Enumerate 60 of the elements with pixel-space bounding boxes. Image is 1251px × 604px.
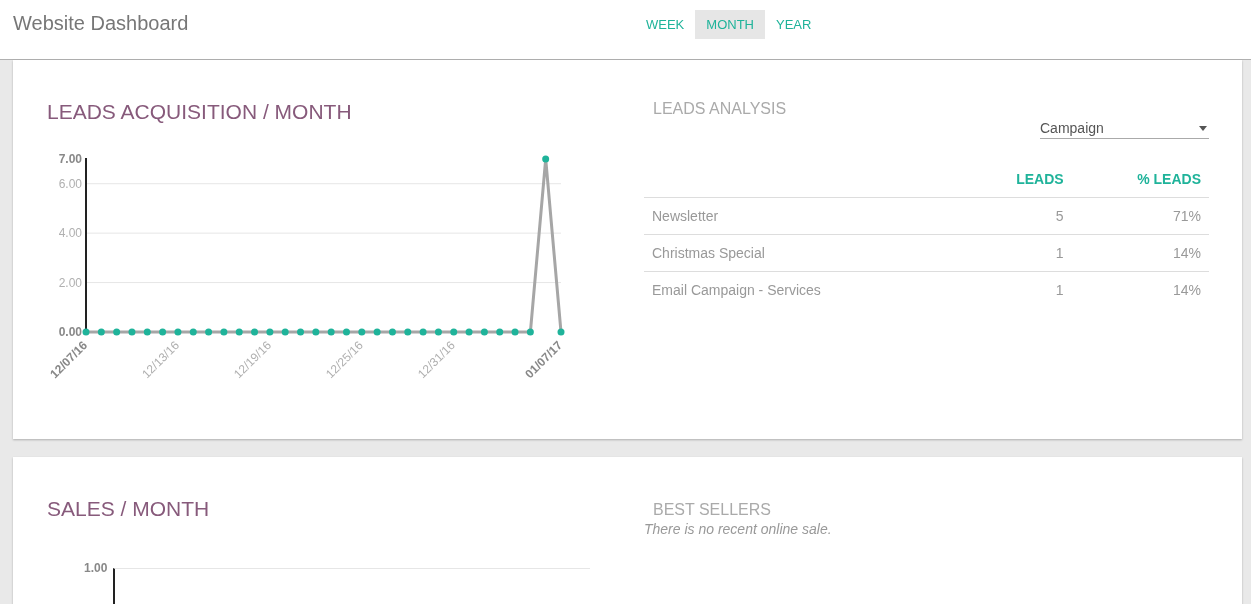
chart-title: LEADS ACQUISITION / MONTH bbox=[47, 100, 353, 124]
campaign-cell: Newsletter bbox=[644, 197, 963, 235]
data-point bbox=[373, 328, 381, 336]
data-point bbox=[174, 328, 182, 336]
campaign-cell: Email Campaign - Services bbox=[644, 271, 963, 308]
data-point bbox=[450, 328, 458, 336]
data-point bbox=[480, 328, 488, 336]
data-point bbox=[419, 328, 427, 336]
data-point bbox=[128, 328, 136, 336]
chart-title: SALES / MONTH bbox=[47, 497, 211, 521]
y-tick-label: 7.00 bbox=[58, 152, 82, 166]
leads-cell: 1 bbox=[962, 271, 1072, 308]
data-point bbox=[343, 328, 350, 336]
column-header: LEADS bbox=[962, 167, 1072, 198]
data-point bbox=[404, 328, 412, 336]
data-point bbox=[297, 328, 304, 336]
period-tab[interactable]: YEAR bbox=[764, 10, 823, 39]
data-point bbox=[312, 328, 320, 336]
data-point bbox=[220, 328, 228, 336]
data-point bbox=[205, 328, 213, 336]
page-title: Website Dashboard bbox=[12, 11, 190, 35]
data-point bbox=[251, 328, 259, 336]
data-point bbox=[526, 328, 534, 336]
data-point bbox=[557, 328, 565, 336]
y-tick-label: 6.00 bbox=[58, 176, 82, 191]
data-point bbox=[434, 328, 442, 336]
section-title: LEADS ANALYSIS bbox=[653, 100, 788, 118]
percent-cell: 14% bbox=[1071, 271, 1209, 308]
period-tab[interactable]: MONTH bbox=[695, 10, 765, 39]
caret-icon bbox=[1199, 125, 1207, 131]
period-tab[interactable]: WEEK bbox=[635, 10, 696, 39]
group-by-dropdown[interactable]: Campaign bbox=[1040, 120, 1209, 139]
y-tick-label: 0.00 bbox=[58, 325, 82, 339]
campaign-cell: Christmas Special bbox=[644, 234, 963, 272]
leads-cell: 5 bbox=[962, 197, 1072, 235]
data-point bbox=[511, 328, 519, 336]
data-point bbox=[159, 328, 167, 336]
data-point bbox=[358, 328, 366, 336]
y-tick-label: 4.00 bbox=[58, 226, 82, 241]
y-tick-label: 2.00 bbox=[58, 275, 82, 290]
data-point bbox=[97, 328, 105, 336]
data-point bbox=[189, 328, 197, 336]
column-header: % LEADS bbox=[1071, 167, 1209, 198]
data-point bbox=[327, 328, 335, 336]
y-tick-label: 1.00 bbox=[84, 561, 108, 575]
leads-cell: 1 bbox=[962, 234, 1072, 272]
percent-cell: 14% bbox=[1071, 234, 1209, 272]
data-point bbox=[82, 328, 90, 336]
data-point bbox=[113, 328, 121, 336]
data-point bbox=[143, 328, 151, 336]
data-point bbox=[388, 328, 396, 336]
data-point bbox=[496, 328, 504, 336]
data-point bbox=[266, 328, 274, 336]
empty-message: There is no recent online sale. bbox=[644, 521, 833, 537]
data-point bbox=[281, 328, 289, 336]
section-title: BEST SELLERS bbox=[653, 501, 772, 519]
percent-cell: 71% bbox=[1071, 197, 1209, 235]
data-point bbox=[542, 155, 550, 163]
data-point bbox=[235, 328, 243, 336]
data-point bbox=[465, 328, 473, 336]
